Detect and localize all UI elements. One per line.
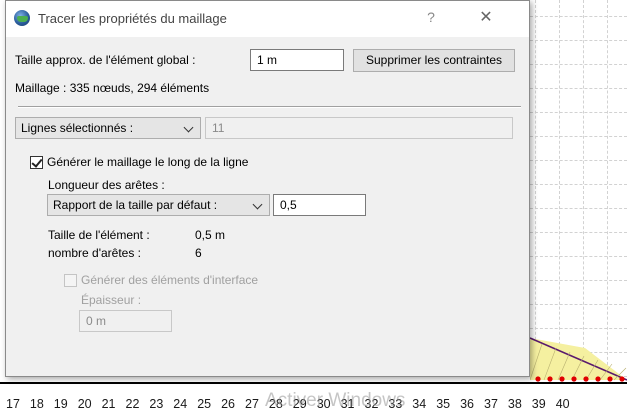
mesh-info-text: Maillage : 335 nœuds, 294 éléments	[15, 81, 210, 95]
mesh-node	[595, 376, 601, 382]
mesh-node	[547, 376, 553, 382]
axis-tick-label: 38	[507, 397, 522, 411]
axis-line	[0, 382, 627, 384]
mesh-node	[559, 376, 565, 382]
grid-line	[530, 40, 627, 41]
edge-count-label: nombre d'arêtes :	[48, 246, 142, 260]
grid-line	[530, 280, 627, 281]
mesh-properties-dialog: Tracer les propriétés du maillage ? ✕ Ta…	[5, 0, 530, 377]
axis-tick-label: 23	[149, 397, 164, 411]
axis-tick-label: 19	[53, 397, 68, 411]
axis-tick-label: 18	[29, 397, 44, 411]
axis-tick-label: 36	[460, 397, 474, 411]
element-size-value: 0,5 m	[195, 228, 226, 242]
axis-tick-label: 39	[531, 397, 546, 411]
axis-tick-label: 26	[221, 397, 235, 411]
windows-activation-watermark: Activer Windows	[265, 390, 406, 411]
grid-line	[559, 0, 560, 380]
selection-dropdown-value: Lignes sélectionnés :	[21, 121, 134, 135]
close-button[interactable]: ✕	[472, 7, 500, 27]
interface-elements-label[interactable]: Générer des éléments d'interface	[81, 273, 258, 287]
axis-tick-label: 22	[125, 397, 140, 411]
mesh-region	[530, 337, 627, 382]
dialog-titlebar[interactable]: Tracer les propriétés du maillage ? ✕	[6, 1, 529, 37]
grid-line	[530, 160, 627, 161]
grid-line	[530, 88, 627, 89]
mesh-node	[619, 376, 625, 382]
element-size-label: Taille de l'élément :	[48, 228, 150, 242]
axis-tick-label: 21	[101, 397, 116, 411]
thickness-input: 0 m	[79, 310, 172, 332]
grid-line	[535, 0, 536, 380]
axis-tick-label: 37	[484, 397, 498, 411]
chevron-down-icon	[252, 199, 263, 210]
edge-length-label: Longueur des arêtes :	[48, 178, 165, 192]
axis-tick-label: 25	[197, 397, 212, 411]
generate-along-line-label[interactable]: Générer le maillage le long de la ligne	[47, 155, 248, 169]
axis-tick-label: 24	[173, 397, 188, 411]
mesh-node	[607, 376, 613, 382]
axis-tick-label: 27	[245, 397, 259, 411]
axis-tick-label: 35	[436, 397, 451, 411]
axis-tick-label: 20	[77, 397, 92, 411]
axis-tick-label: 40	[555, 397, 570, 411]
help-button[interactable]: ?	[421, 9, 441, 25]
selection-dropdown[interactable]: Lignes sélectionnés :	[15, 117, 201, 139]
dialog-title: Tracer les propriétés du maillage	[38, 11, 227, 26]
grid-line	[530, 208, 627, 209]
mesh-node	[535, 376, 541, 382]
chevron-down-icon	[183, 122, 194, 133]
thickness-label: Épaisseur :	[81, 293, 142, 307]
selection-count-field: 11	[205, 117, 513, 139]
grid-line	[530, 328, 627, 329]
axis-tick-label: 17	[6, 397, 20, 411]
interface-elements-checkbox[interactable]	[64, 274, 77, 287]
section-separator	[18, 106, 521, 108]
edge-count-value: 6	[195, 246, 202, 260]
grid-line	[530, 64, 627, 65]
edge-ratio-input[interactable]: 0,5	[273, 194, 366, 216]
mesh-node	[571, 376, 577, 382]
grid-line	[530, 16, 627, 17]
grid-line	[530, 184, 627, 185]
axis-tick-label: 34	[412, 397, 427, 411]
generate-along-line-checkbox[interactable]	[30, 156, 43, 169]
grid-line	[530, 112, 627, 113]
mesh-node	[583, 376, 589, 382]
edge-length-mode-value: Rapport de la taille par défaut :	[53, 198, 218, 212]
grid-line	[530, 256, 627, 257]
remove-constraints-button[interactable]: Supprimer les contraintes	[353, 49, 515, 72]
global-size-label: Taille approx. de l'élément global :	[15, 53, 196, 67]
grid-line	[583, 0, 584, 380]
global-size-input[interactable]: 1 m	[250, 49, 344, 71]
grid-line	[607, 0, 608, 380]
grid-line	[530, 136, 627, 137]
app-globe-icon	[14, 10, 30, 26]
grid-line	[530, 232, 627, 233]
edge-length-mode-dropdown[interactable]: Rapport de la taille par défaut :	[47, 194, 270, 216]
grid-line	[530, 304, 627, 305]
